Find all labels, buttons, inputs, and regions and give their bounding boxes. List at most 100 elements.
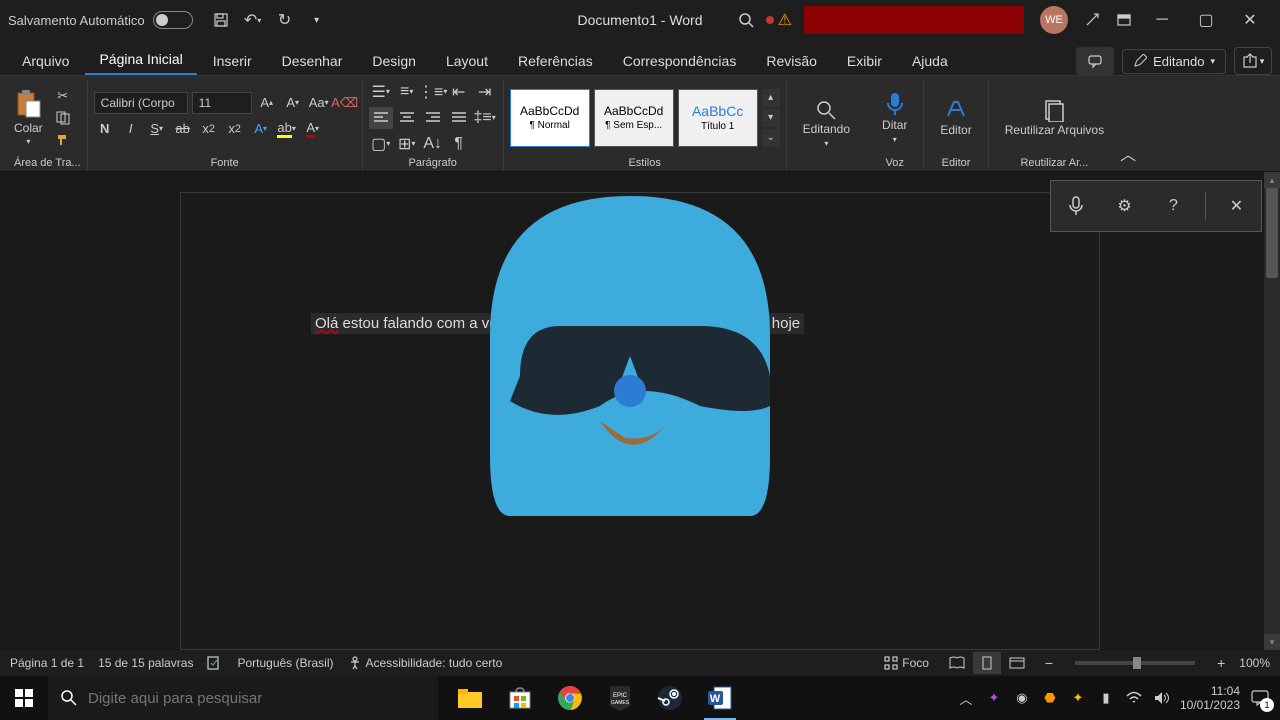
spellcheck-status[interactable] (207, 656, 223, 670)
tray-app1-icon[interactable]: ✦ (984, 688, 1004, 708)
font-name-select[interactable] (94, 92, 188, 114)
ribbon-display-icon[interactable] (1112, 8, 1136, 32)
zoom-out-button[interactable]: − (1045, 655, 1053, 671)
taskbar-steam[interactable] (646, 676, 694, 720)
increase-indent-icon[interactable]: ⇥ (473, 81, 497, 103)
editing-mode-button[interactable]: Editando ▾ (1122, 49, 1226, 74)
autosave-toggle[interactable] (153, 11, 193, 29)
warning-icon[interactable]: ⚠ (778, 10, 792, 30)
zoom-in-button[interactable]: + (1217, 655, 1225, 671)
dictate-settings-button[interactable]: ⚙ (1107, 188, 1143, 224)
style-normal[interactable]: AaBbCcDd ¶ Normal (510, 89, 590, 147)
tab-exibir[interactable]: Exibir (833, 47, 896, 75)
cut-icon[interactable]: ✂ (53, 86, 73, 106)
user-avatar[interactable]: WE (1040, 6, 1068, 34)
redo-icon[interactable]: ↻ (273, 8, 297, 32)
taskbar-search[interactable] (48, 676, 438, 720)
increase-font-icon[interactable]: A▴ (256, 92, 278, 114)
language-status[interactable]: Português (Brasil) (237, 656, 333, 670)
multilevel-list-icon[interactable]: ⋮≡▾ (421, 81, 445, 103)
decrease-indent-icon[interactable]: ⇤ (447, 81, 471, 103)
tray-battery-icon[interactable]: ▮ (1096, 688, 1116, 708)
dictate-close-button[interactable]: ✕ (1219, 188, 1255, 224)
dictate-mic-button[interactable] (1058, 188, 1094, 224)
dictate-button[interactable]: Ditar ▾ (872, 87, 917, 147)
line-spacing-icon[interactable]: ‡≡▾ (473, 107, 497, 129)
minimize-button[interactable]: ─ (1140, 0, 1184, 40)
save-icon[interactable] (209, 8, 233, 32)
tab-desenhar[interactable]: Desenhar (268, 47, 357, 75)
numbering-icon[interactable]: ≡▾ (395, 81, 419, 103)
reuse-files-button[interactable]: Reutilizar Arquivos (995, 94, 1114, 141)
read-mode-button[interactable] (943, 652, 971, 674)
taskbar-clock[interactable]: 11:04 10/01/2023 (1180, 684, 1240, 713)
tray-overflow-icon[interactable]: ︿ (956, 688, 976, 708)
close-button[interactable]: ✕ (1228, 0, 1272, 40)
zoom-slider[interactable] (1075, 661, 1195, 665)
taskbar-explorer[interactable] (446, 676, 494, 720)
document-page[interactable]: Olá estou falando com a vo hoje (180, 192, 1100, 650)
style-no-spacing[interactable]: AaBbCcDd ¶ Sem Esp... (594, 89, 674, 147)
tab-layout[interactable]: Layout (432, 47, 502, 75)
font-color-icon[interactable]: A▾ (302, 118, 324, 140)
focus-mode-button[interactable]: Foco (884, 656, 929, 670)
dictate-help-button[interactable]: ? (1156, 188, 1192, 224)
vertical-scrollbar[interactable]: ▴ ▾ (1264, 172, 1280, 650)
styles-up-icon[interactable]: ▴ (762, 89, 780, 107)
taskbar-word[interactable]: W (696, 676, 744, 720)
paste-icon[interactable] (14, 89, 42, 119)
shading-icon[interactable]: ▢▾ (369, 133, 393, 155)
start-button[interactable] (0, 676, 48, 720)
align-right-icon[interactable] (421, 107, 445, 129)
tab-inserir[interactable]: Inserir (199, 47, 266, 75)
find-button[interactable]: Editando ▾ (793, 95, 860, 151)
share-button[interactable]: ▾ (1234, 47, 1272, 75)
italic-button[interactable]: I (120, 118, 142, 140)
tab-referencias[interactable]: Referências (504, 47, 607, 75)
text-effects-icon[interactable]: A▾ (250, 118, 272, 140)
editor-button[interactable]: Editor (930, 94, 981, 141)
tab-design[interactable]: Design (358, 47, 430, 75)
web-layout-button[interactable] (1003, 652, 1031, 674)
change-case-icon[interactable]: Aa▾ (308, 92, 330, 114)
account-warning-bar[interactable] (804, 6, 1024, 34)
tab-arquivo[interactable]: Arquivo (8, 47, 83, 75)
format-painter-icon[interactable] (53, 130, 73, 150)
print-layout-button[interactable] (973, 652, 1001, 674)
tab-pagina-inicial[interactable]: Página Inicial (85, 45, 196, 75)
document-text[interactable]: Olá estou falando com a vo hoje (311, 313, 804, 334)
bold-button[interactable]: N (94, 118, 116, 140)
tray-app2-icon[interactable]: ⬣ (1040, 688, 1060, 708)
taskbar-epic[interactable]: EPICGAMES (596, 676, 644, 720)
tab-ajuda[interactable]: Ajuda (898, 47, 962, 75)
subscript-button[interactable]: x2 (198, 118, 220, 140)
search-icon[interactable] (734, 8, 758, 32)
tray-volume-icon[interactable] (1152, 688, 1172, 708)
maximize-button[interactable]: ▢ (1184, 0, 1228, 40)
clear-formatting-icon[interactable]: A⌫ (334, 92, 356, 114)
taskbar-chrome[interactable] (546, 676, 594, 720)
paste-label[interactable]: Colar (14, 121, 43, 135)
tray-app3-icon[interactable]: ✦ (1068, 688, 1088, 708)
scroll-down-icon[interactable]: ▾ (1264, 634, 1280, 650)
scrollbar-thumb[interactable] (1266, 188, 1278, 278)
tray-steam-icon[interactable]: ◉ (1012, 688, 1032, 708)
tab-revisao[interactable]: Revisão (752, 47, 831, 75)
sort-icon[interactable]: A↓ (421, 133, 445, 155)
undo-icon[interactable]: ↶▾ (241, 8, 265, 32)
borders-icon[interactable]: ⊞▾ (395, 133, 419, 155)
align-center-icon[interactable] (395, 107, 419, 129)
word-count[interactable]: 15 de 15 palavras (98, 656, 193, 670)
taskbar-search-input[interactable] (88, 690, 426, 707)
collapse-ribbon-icon[interactable]: ︿ (1120, 141, 1144, 171)
justify-icon[interactable] (447, 107, 471, 129)
qat-customize-icon[interactable]: ▾ (305, 8, 329, 32)
accessibility-status[interactable]: Acessibilidade: tudo certo (348, 656, 503, 670)
font-size-select[interactable] (192, 92, 252, 114)
bullets-icon[interactable]: ☰▾ (369, 81, 393, 103)
copy-icon[interactable] (53, 108, 73, 128)
notification-center-button[interactable]: 1 (1248, 686, 1272, 710)
page-count[interactable]: Página 1 de 1 (10, 656, 84, 670)
underline-button[interactable]: S▾ (146, 118, 168, 140)
coming-soon-icon[interactable] (1080, 8, 1104, 32)
